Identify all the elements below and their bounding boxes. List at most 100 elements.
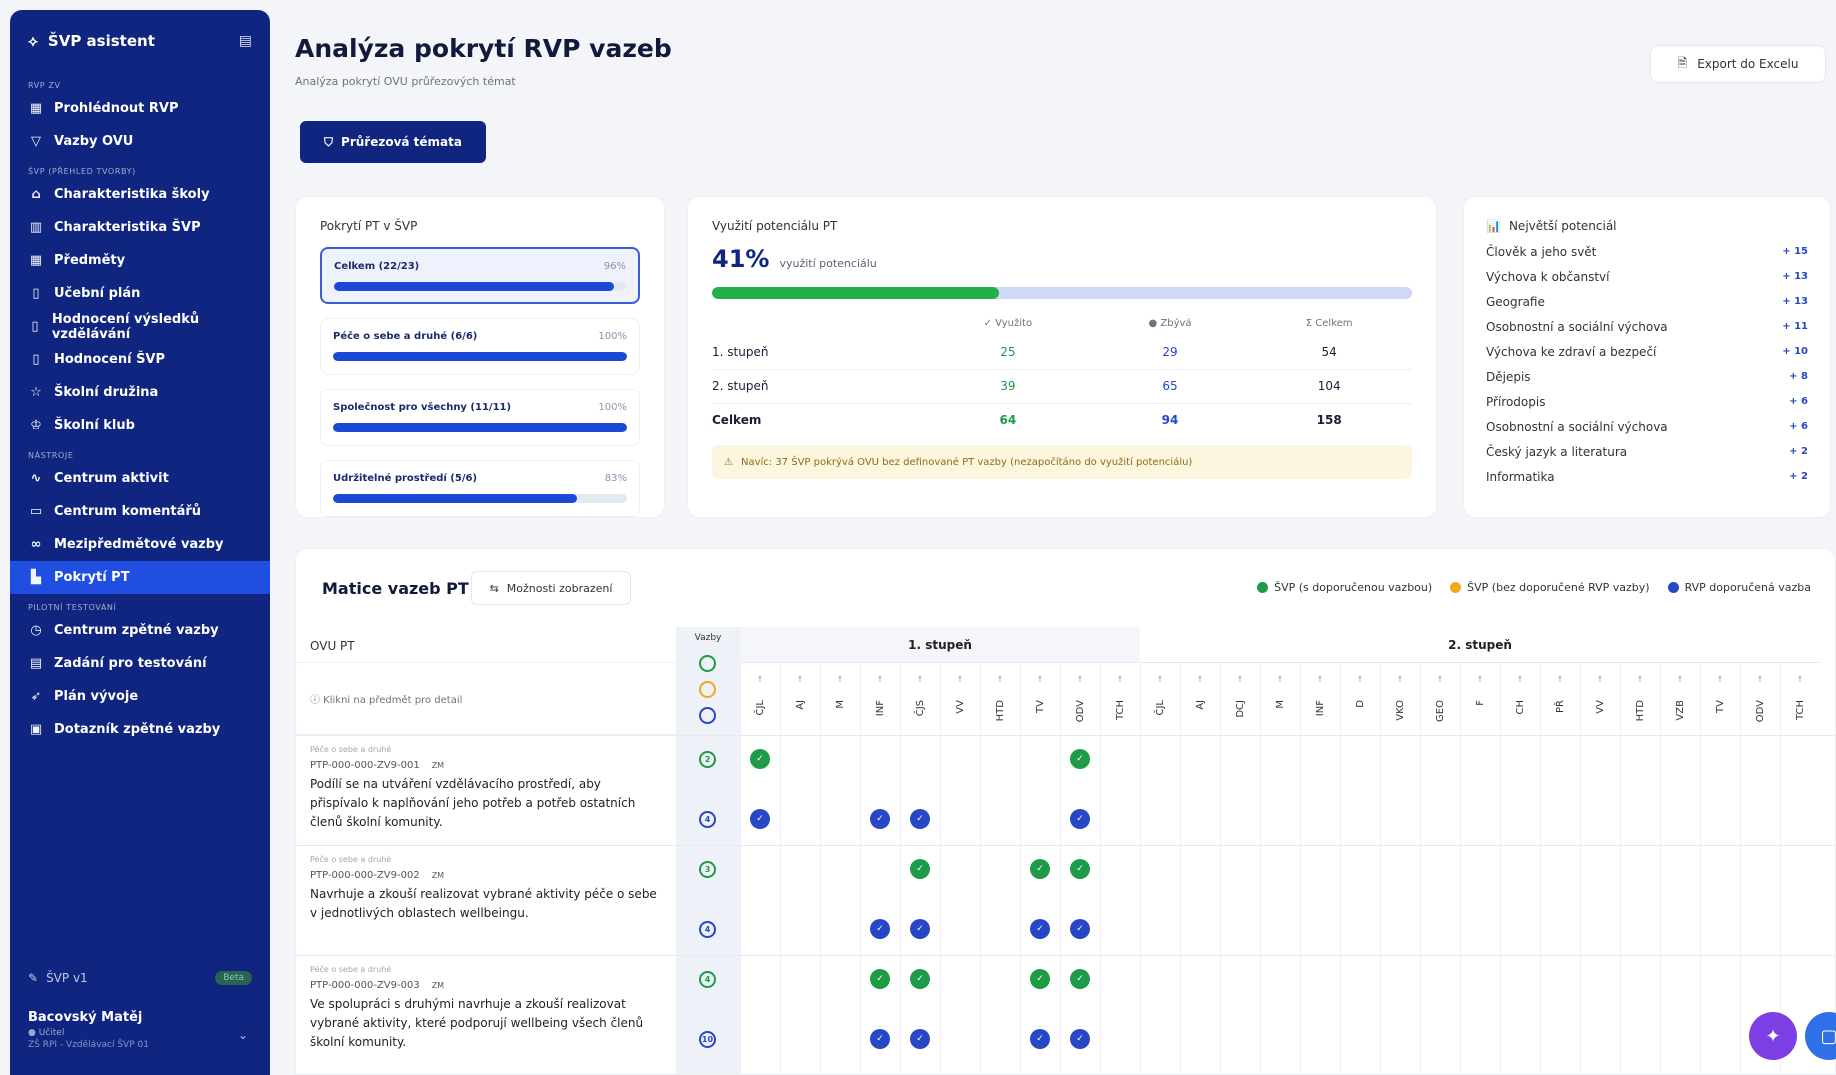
potential-item[interactable]: Člověk a jeho svět + 15: [1486, 239, 1808, 264]
subject-column-header[interactable]: ↑ INF: [860, 663, 900, 735]
cross-topics-button[interactable]: ⛉ Průřezová témata: [300, 121, 486, 163]
svp-link-dot[interactable]: ✓: [1070, 859, 1090, 879]
sidebar-item[interactable]: ▭ Centrum komentářů: [10, 495, 270, 528]
subject-column-header[interactable]: ↑ ODV: [1740, 663, 1780, 735]
subject-column-header[interactable]: ↑ VV: [940, 663, 980, 735]
svp-link-dot[interactable]: ✓: [1070, 749, 1090, 769]
subject-column-header[interactable]: ↑ TCH: [1100, 663, 1140, 735]
column-divider: [1500, 663, 1501, 1074]
subject-column-header[interactable]: ↑ AJ: [780, 663, 820, 735]
subject-column-header[interactable]: ↑ VZB: [1660, 663, 1700, 735]
sidebar-item[interactable]: ▦ Předměty: [10, 244, 270, 277]
rvp-link-dot[interactable]: ✓: [910, 1029, 930, 1049]
subject-column-header[interactable]: ↑ M: [1260, 663, 1300, 735]
potential-item-label: Dějepis: [1486, 369, 1531, 384]
subject-column-header[interactable]: ↑ TV: [1700, 663, 1740, 735]
sidebar-item[interactable]: ▥ Charakteristika ŠVP: [10, 211, 270, 244]
sidebar-item[interactable]: ➶ Plán vývoje: [10, 680, 270, 713]
svp-link-dot[interactable]: ✓: [1030, 859, 1050, 879]
sidebar-item[interactable]: ▣ Dotazník zpětné vazby: [10, 713, 270, 746]
svp-link-dot[interactable]: ✓: [1070, 969, 1090, 989]
svp-link-dot[interactable]: ✓: [910, 859, 930, 879]
rvp-link-dot[interactable]: ✓: [910, 809, 930, 829]
subject-column-header[interactable]: ↑ HTD: [1620, 663, 1660, 735]
coverage-item[interactable]: Udržitelné prostředí (5/6) 83%: [320, 460, 640, 517]
rvp-link-dot[interactable]: ✓: [1070, 919, 1090, 939]
sidebar-item[interactable]: ▽ Vazby OVU: [10, 125, 270, 158]
ovu-row[interactable]: Péče o sebe a druhé PTP-000-000-ZV9-002 ZM…: [296, 845, 676, 923]
user-menu[interactable]: Bacovský Matěj ● Učitel ZŠ RPI - Vzděláv…: [10, 1010, 270, 1050]
subject-column-header[interactable]: ↑ DCJ: [1220, 663, 1260, 735]
coverage-item[interactable]: Společnost pro všechny (11/11) 100%: [320, 389, 640, 446]
potential-item[interactable]: Dějepis + 8: [1486, 364, 1808, 389]
rvp-link-dot[interactable]: ✓: [910, 919, 930, 939]
subject-column-header[interactable]: ↑ TCH: [1780, 663, 1820, 735]
stat-cell-used: 25: [922, 335, 1094, 370]
rvp-link-dot[interactable]: ✓: [750, 809, 770, 829]
sidebar-item[interactable]: ▯ Hodnocení výsledků vzdělávání: [10, 310, 270, 343]
sidebar-item[interactable]: ▯ Učební plán: [10, 277, 270, 310]
potential-item-count: + 8: [1789, 371, 1808, 382]
coverage-item[interactable]: Celkem (22/23) 96%: [320, 247, 640, 304]
subject-column-header[interactable]: ↑ VV: [1580, 663, 1620, 735]
sidebar-item[interactable]: ▯ Hodnocení ŠVP: [10, 343, 270, 376]
sidebar-item[interactable]: ⌂ Charakteristika školy: [10, 178, 270, 211]
sidebar-item[interactable]: ☆ Školní družina: [10, 376, 270, 409]
rvp-link-dot[interactable]: ✓: [1030, 919, 1050, 939]
svp-link-dot[interactable]: ✓: [910, 969, 930, 989]
sidebar-item[interactable]: ▙ Pokrytí PT: [10, 561, 270, 594]
subject-code: HTD: [994, 700, 1006, 722]
sidebar-header: ⟡ ŠVP asistent ▤: [10, 10, 270, 72]
subject-column-header[interactable]: ↑ M: [820, 663, 860, 735]
subject-column-header[interactable]: ↑ HTD: [980, 663, 1020, 735]
rvp-link-dot[interactable]: ✓: [870, 919, 890, 939]
ovu-row[interactable]: Péče o sebe a druhé PTP-000-000-ZV9-001 ZM…: [296, 735, 676, 832]
subject-column-header[interactable]: ↑ TV: [1020, 663, 1060, 735]
export-label: Export do Excelu: [1697, 57, 1799, 71]
rvp-link-dot[interactable]: ✓: [870, 1029, 890, 1049]
top-potential-title: Největší potenciál: [1508, 219, 1617, 233]
matrix-legend: ŠVP (s doporučenou vazbou) ŠVP (bez dopor…: [1257, 581, 1811, 594]
magic-assistant-button[interactable]: ✦: [1749, 1012, 1797, 1060]
sidebar-item[interactable]: ▦ Prohlédnout RVP: [10, 92, 270, 125]
potential-item[interactable]: Český jazyk a literatura + 2: [1486, 439, 1808, 464]
subject-column-header[interactable]: ↑ VKO: [1380, 663, 1420, 735]
subject-column-header[interactable]: ↑ F: [1460, 663, 1500, 735]
potential-item[interactable]: Informatika + 2: [1486, 464, 1808, 489]
collapse-sidebar-icon[interactable]: ▤: [239, 33, 252, 49]
rvp-link-dot[interactable]: ✓: [1070, 1029, 1090, 1049]
subject-column-header[interactable]: ↑ CH: [1500, 663, 1540, 735]
potential-item[interactable]: Výchova k občanství + 13: [1486, 264, 1808, 289]
sidebar-item[interactable]: ∿ Centrum aktivit: [10, 462, 270, 495]
svp-link-dot[interactable]: ✓: [1030, 969, 1050, 989]
rvp-link-dot[interactable]: ✓: [1030, 1029, 1050, 1049]
coverage-item[interactable]: Péče o sebe a druhé (6/6) 100%: [320, 318, 640, 375]
display-options-button[interactable]: ⇆ Možnosti zobrazení: [471, 571, 631, 605]
subject-column-header[interactable]: ↑ ČJS: [900, 663, 940, 735]
rvp-link-dot[interactable]: ✓: [1070, 809, 1090, 829]
potential-item[interactable]: Přírodopis + 6: [1486, 389, 1808, 414]
subject-column-header[interactable]: ↑ PŘ: [1540, 663, 1580, 735]
subject-column-header[interactable]: ↑ ODV: [1060, 663, 1100, 735]
rvp-link-dot[interactable]: ✓: [870, 809, 890, 829]
subject-code: TCH: [1114, 700, 1126, 721]
subject-column-header[interactable]: ↑ AJ: [1180, 663, 1220, 735]
svp-link-dot[interactable]: ✓: [750, 749, 770, 769]
subject-column-header[interactable]: ↑ ČJL: [1140, 663, 1180, 735]
sidebar-item[interactable]: ◷ Centrum zpětné vazby: [10, 614, 270, 647]
ovu-row[interactable]: Péče o sebe a druhé PTP-000-000-ZV9-003 ZM…: [296, 955, 676, 1052]
svp-link-dot[interactable]: ✓: [870, 969, 890, 989]
subject-column-header[interactable]: ↑ INF: [1300, 663, 1340, 735]
potential-item[interactable]: Osobnostní a sociální výchova + 6: [1486, 414, 1808, 439]
potential-item[interactable]: Geografie + 13: [1486, 289, 1808, 314]
version-row[interactable]: ✎ ŠVP v1 Beta: [10, 960, 270, 996]
sidebar-item[interactable]: ▤ Zadání pro testování: [10, 647, 270, 680]
subject-column-header[interactable]: ↑ ČJL: [740, 663, 780, 735]
sidebar-item[interactable]: ♔ Školní klub: [10, 409, 270, 442]
subject-column-header[interactable]: ↑ D: [1340, 663, 1380, 735]
potential-item[interactable]: Výchova ke zdraví a bezpečí + 10: [1486, 339, 1808, 364]
export-excel-button[interactable]: 🗎 Export do Excelu: [1650, 45, 1826, 83]
sidebar-item[interactable]: ∞ Mezipředmětové vazby: [10, 528, 270, 561]
potential-item[interactable]: Osobnostní a sociální výchova + 11: [1486, 314, 1808, 339]
subject-column-header[interactable]: ↑ GEO: [1420, 663, 1460, 735]
